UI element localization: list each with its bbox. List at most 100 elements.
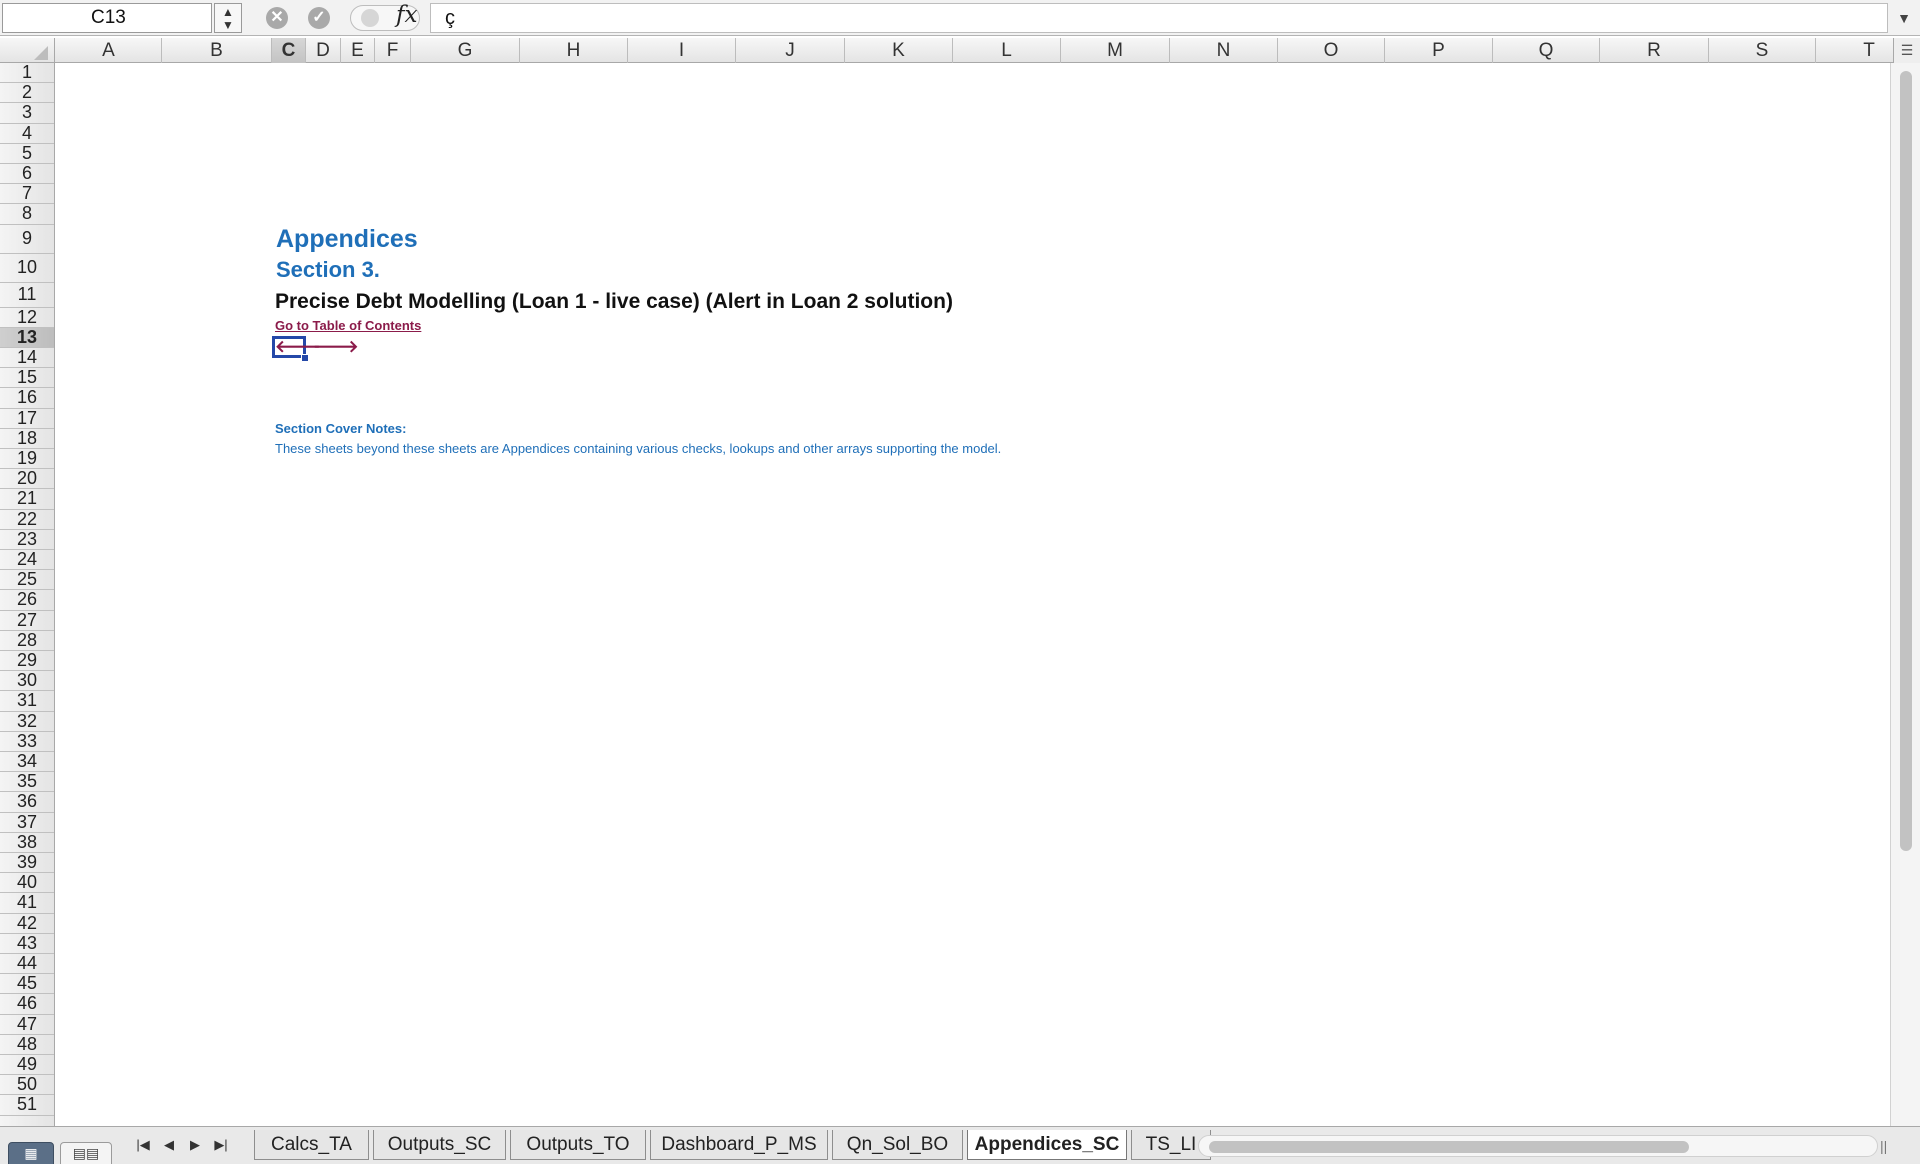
row-header-7[interactable]: 7 <box>0 183 54 205</box>
first-sheet-icon[interactable]: |◀ <box>132 1134 154 1156</box>
column-header-q[interactable]: Q <box>1493 38 1600 63</box>
row-header-46[interactable]: 46 <box>0 993 54 1015</box>
next-sheet-arrow-icon[interactable]: 🡒 <box>313 336 359 358</box>
row-header-51[interactable]: 51 <box>0 1094 54 1116</box>
page-layout-view-button[interactable]: ▤▤ <box>60 1142 112 1164</box>
column-header-c[interactable]: C <box>272 38 306 63</box>
column-header-i[interactable]: I <box>628 38 736 63</box>
column-header-j[interactable]: J <box>736 38 845 63</box>
row-header-33[interactable]: 33 <box>0 731 54 752</box>
name-box[interactable]: C13 <box>2 3 212 33</box>
sheet-tab-outputs-sc[interactable]: Outputs_SC <box>373 1130 506 1160</box>
row-header-43[interactable]: 43 <box>0 933 54 954</box>
column-header-a[interactable]: A <box>56 38 162 63</box>
last-sheet-icon[interactable]: ▶| <box>210 1134 232 1156</box>
row-header-41[interactable]: 41 <box>0 892 54 914</box>
row-header-40[interactable]: 40 <box>0 872 54 894</box>
row-header-44[interactable]: 44 <box>0 953 54 975</box>
sheet-tab-dashboard-p-ms[interactable]: Dashboard_P_MS <box>650 1130 828 1160</box>
column-header-d[interactable]: D <box>306 38 341 63</box>
row-header-32[interactable]: 32 <box>0 711 54 732</box>
row-header-24[interactable]: 24 <box>0 549 54 571</box>
name-box-spinner[interactable]: ▲ ▼ <box>214 3 242 33</box>
row-header-15[interactable]: 15 <box>0 367 54 389</box>
sheet-tab-outputs-to[interactable]: Outputs_TO <box>510 1130 646 1160</box>
column-header-p[interactable]: P <box>1385 38 1493 63</box>
column-header-o[interactable]: O <box>1278 38 1385 63</box>
row-header-39[interactable]: 39 <box>0 852 54 874</box>
row-header-38[interactable]: 38 <box>0 832 54 853</box>
vertical-scrollbar[interactable] <box>1890 63 1920 1126</box>
row-header-37[interactable]: 37 <box>0 812 54 833</box>
column-header-g[interactable]: G <box>411 38 520 63</box>
row-header-3[interactable]: 3 <box>0 102 54 124</box>
sheet-tab-qn-sol-bo[interactable]: Qn_Sol_BO <box>832 1130 963 1160</box>
row-header-31[interactable]: 31 <box>0 690 54 712</box>
table-of-contents-link[interactable]: Go to Table of Contents <box>275 318 421 333</box>
row-header-30[interactable]: 30 <box>0 670 54 692</box>
previous-sheet-icon[interactable]: ◀ <box>158 1134 180 1156</box>
row-header-34[interactable]: 34 <box>0 751 54 773</box>
row-header-12[interactable]: 12 <box>0 307 54 328</box>
row-header-4[interactable]: 4 <box>0 123 54 144</box>
selection-fill-handle[interactable] <box>301 354 309 362</box>
row-header-42[interactable]: 42 <box>0 913 54 934</box>
row-header-48[interactable]: 48 <box>0 1034 54 1055</box>
column-header-n[interactable]: N <box>1170 38 1278 63</box>
column-header-l[interactable]: L <box>953 38 1061 63</box>
column-header-k[interactable]: K <box>845 38 953 63</box>
sheet-tab-calcs-ta[interactable]: Calcs_TA <box>254 1130 369 1160</box>
vertical-scrollbar-thumb[interactable] <box>1900 71 1912 851</box>
chevron-down-icon[interactable]: ▼ <box>1890 3 1918 33</box>
column-header-f[interactable]: F <box>375 38 411 63</box>
row-header-35[interactable]: 35 <box>0 771 54 793</box>
row-header-49[interactable]: 49 <box>0 1054 54 1076</box>
row-header-6[interactable]: 6 <box>0 163 54 185</box>
row-header-21[interactable]: 21 <box>0 488 54 510</box>
row-header-28[interactable]: 28 <box>0 630 54 651</box>
row-header-11[interactable]: 11 <box>0 283 54 308</box>
row-header-26[interactable]: 26 <box>0 589 54 611</box>
row-header-1[interactable]: 1 <box>0 63 54 84</box>
row-header-10[interactable]: 10 <box>0 254 54 283</box>
scroll-split-handle[interactable]: || <box>1880 1135 1890 1157</box>
column-menu-icon[interactable]: ☰ <box>1893 38 1920 63</box>
cancel-icon[interactable]: ✕ <box>266 7 288 29</box>
row-header-16[interactable]: 16 <box>0 387 54 409</box>
select-all-button[interactable] <box>0 38 55 63</box>
row-header-13[interactable]: 13 <box>0 327 54 348</box>
column-header-b[interactable]: B <box>162 38 272 63</box>
normal-view-button[interactable]: ▦ <box>8 1142 54 1164</box>
column-header-e[interactable]: E <box>341 38 375 63</box>
row-header-22[interactable]: 22 <box>0 509 54 530</box>
row-header-50[interactable]: 50 <box>0 1074 54 1096</box>
row-header-17[interactable]: 17 <box>0 408 54 429</box>
confirm-icon[interactable]: ✓ <box>308 7 330 29</box>
formula-input[interactable]: ç <box>430 3 1888 33</box>
next-sheet-icon[interactable]: ▶ <box>184 1134 206 1156</box>
column-header-r[interactable]: R <box>1600 38 1709 63</box>
horizontal-scrollbar[interactable] <box>1198 1135 1878 1157</box>
row-header-25[interactable]: 25 <box>0 569 54 591</box>
row-header-5[interactable]: 5 <box>0 143 54 164</box>
row-header-36[interactable]: 36 <box>0 791 54 813</box>
fx-icon[interactable]: fx <box>396 2 417 28</box>
row-header-14[interactable]: 14 <box>0 347 54 369</box>
column-header-s[interactable]: S <box>1709 38 1816 63</box>
worksheet-grid[interactable]: Appendices Section 3. Precise Debt Model… <box>56 63 1890 1126</box>
row-header-19[interactable]: 19 <box>0 448 54 470</box>
row-header-27[interactable]: 27 <box>0 610 54 631</box>
row-header-9[interactable]: 9 <box>0 225 54 254</box>
row-header-2[interactable]: 2 <box>0 82 54 104</box>
row-header-20[interactable]: 20 <box>0 468 54 490</box>
row-header-18[interactable]: 18 <box>0 428 54 449</box>
row-header-23[interactable]: 23 <box>0 529 54 550</box>
horizontal-scrollbar-thumb[interactable] <box>1209 1141 1689 1153</box>
row-header-29[interactable]: 29 <box>0 650 54 672</box>
row-header-47[interactable]: 47 <box>0 1014 54 1035</box>
row-header-8[interactable]: 8 <box>0 203 54 225</box>
column-header-h[interactable]: H <box>520 38 628 63</box>
row-header-45[interactable]: 45 <box>0 973 54 995</box>
sheet-tab-appendices-sc[interactable]: Appendices_SC <box>967 1130 1127 1160</box>
column-header-m[interactable]: M <box>1061 38 1170 63</box>
